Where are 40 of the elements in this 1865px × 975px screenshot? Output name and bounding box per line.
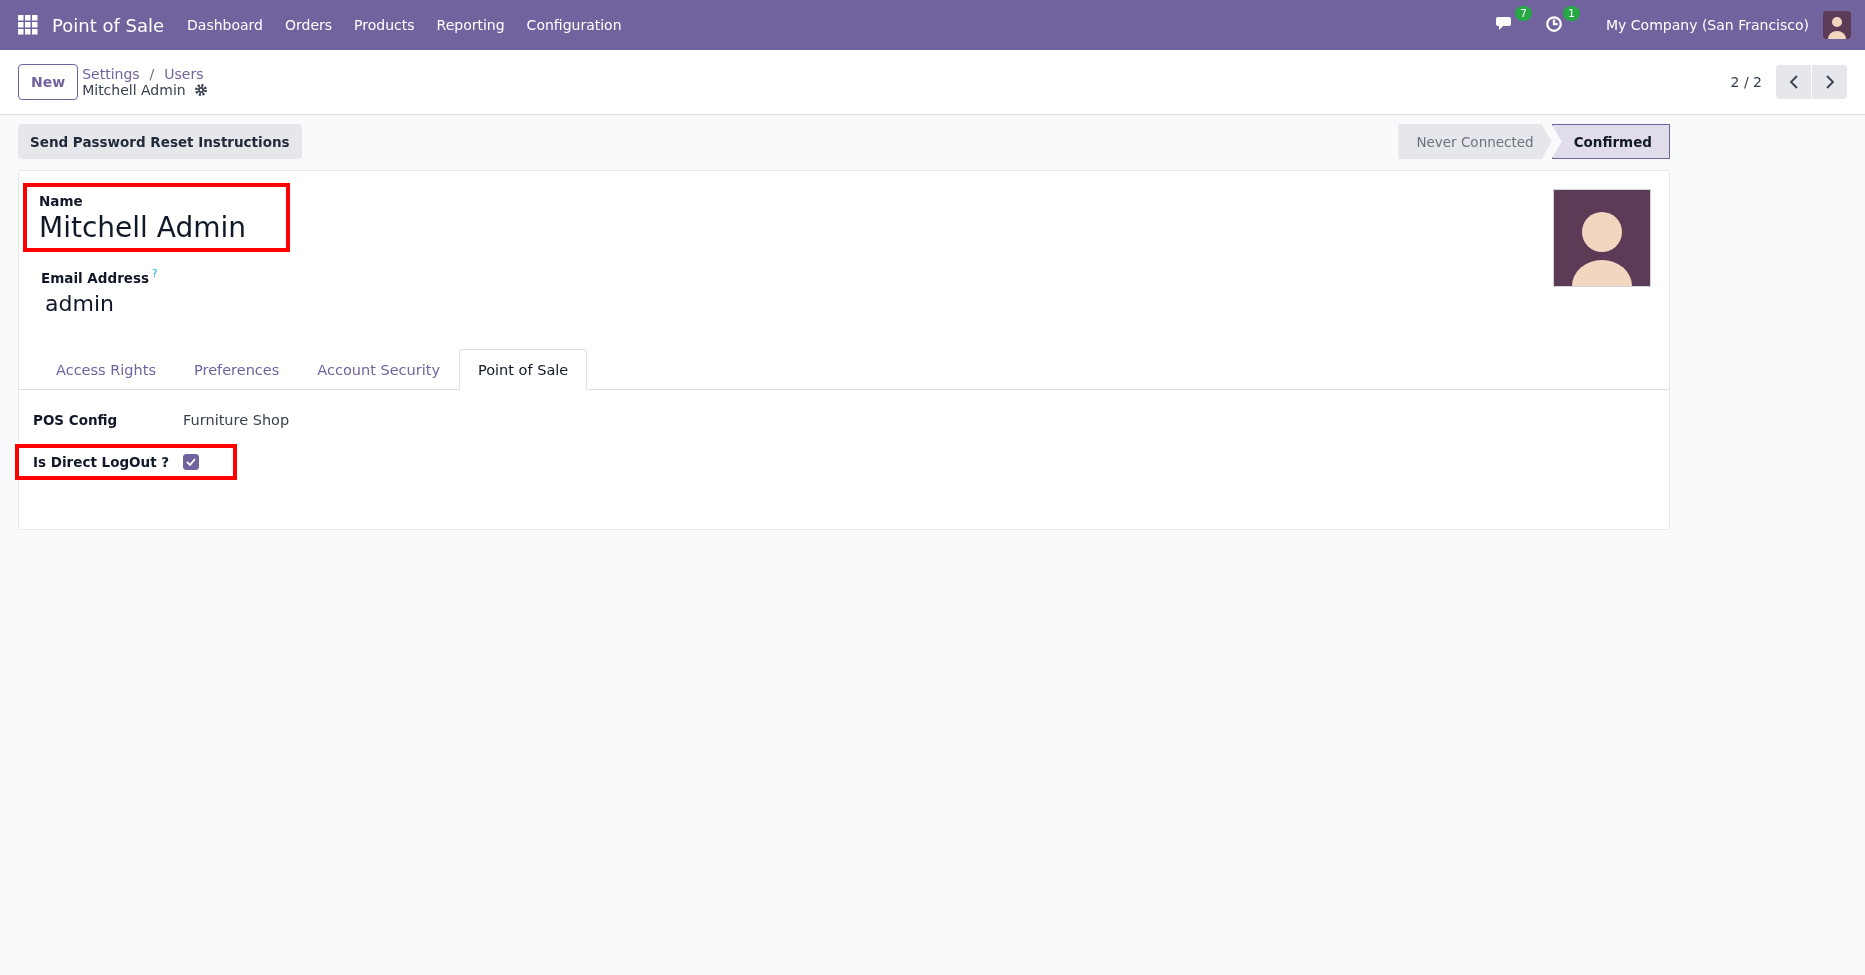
- next-button[interactable]: [1812, 65, 1847, 99]
- tab[interactable]: Preferences: [175, 349, 299, 391]
- menu-item[interactable]: Configuration: [515, 17, 633, 33]
- name-field[interactable]: Mitchell Admin: [39, 211, 274, 244]
- reset-password-button[interactable]: Send Password Reset Instructions: [18, 124, 302, 159]
- apps-menu-icon[interactable]: [18, 15, 38, 35]
- tab[interactable]: Point of Sale: [459, 349, 588, 391]
- menu-item[interactable]: Products: [343, 17, 426, 33]
- menu-item[interactable]: Reporting: [425, 17, 516, 33]
- tab[interactable]: Access Rights: [37, 349, 175, 391]
- company-switcher[interactable]: My Company (San Francisco): [1606, 17, 1809, 33]
- status-stage[interactable]: Never Connected: [1398, 124, 1552, 159]
- checkbox[interactable]: [183, 454, 199, 471]
- chevron-left-icon: [1787, 74, 1800, 90]
- new-button[interactable]: New: [18, 64, 79, 100]
- breadcrumb-link[interactable]: Settings: [82, 66, 140, 82]
- field-label: Name: [39, 193, 84, 209]
- help-tooltip[interactable]: ?: [152, 268, 158, 279]
- email-field[interactable]: admin: [41, 291, 272, 317]
- tab[interactable]: Account Security: [298, 349, 459, 391]
- status-stage[interactable]: Confirmed: [1551, 124, 1670, 159]
- previous-button[interactable]: [1776, 65, 1811, 99]
- field-label: Is Direct LogOut ?: [33, 454, 171, 471]
- gear-icon[interactable]: [193, 83, 208, 97]
- menu-item[interactable]: Orders: [274, 17, 344, 33]
- activity-count-badge: 1: [1563, 6, 1581, 21]
- field-label: POS Config: [33, 412, 119, 429]
- message-count-badge: 7: [1515, 6, 1533, 21]
- menu-item[interactable]: Dashboard: [176, 17, 274, 33]
- field-label: Email Address: [41, 270, 149, 287]
- field-value[interactable]: Furniture Shop: [183, 412, 290, 429]
- clock-icon[interactable]: [1544, 15, 1565, 33]
- user-avatar-icon[interactable]: [1823, 11, 1851, 39]
- app-name[interactable]: Point of Sale: [52, 14, 165, 36]
- breadcrumb-separator: /: [149, 66, 155, 82]
- pager-counter: 2 / 2: [1730, 74, 1762, 90]
- check-icon: [186, 458, 196, 467]
- record-title: Mitchell Admin: [82, 82, 186, 98]
- chevron-right-icon: [1823, 74, 1836, 90]
- breadcrumb-link[interactable]: Users: [164, 66, 204, 82]
